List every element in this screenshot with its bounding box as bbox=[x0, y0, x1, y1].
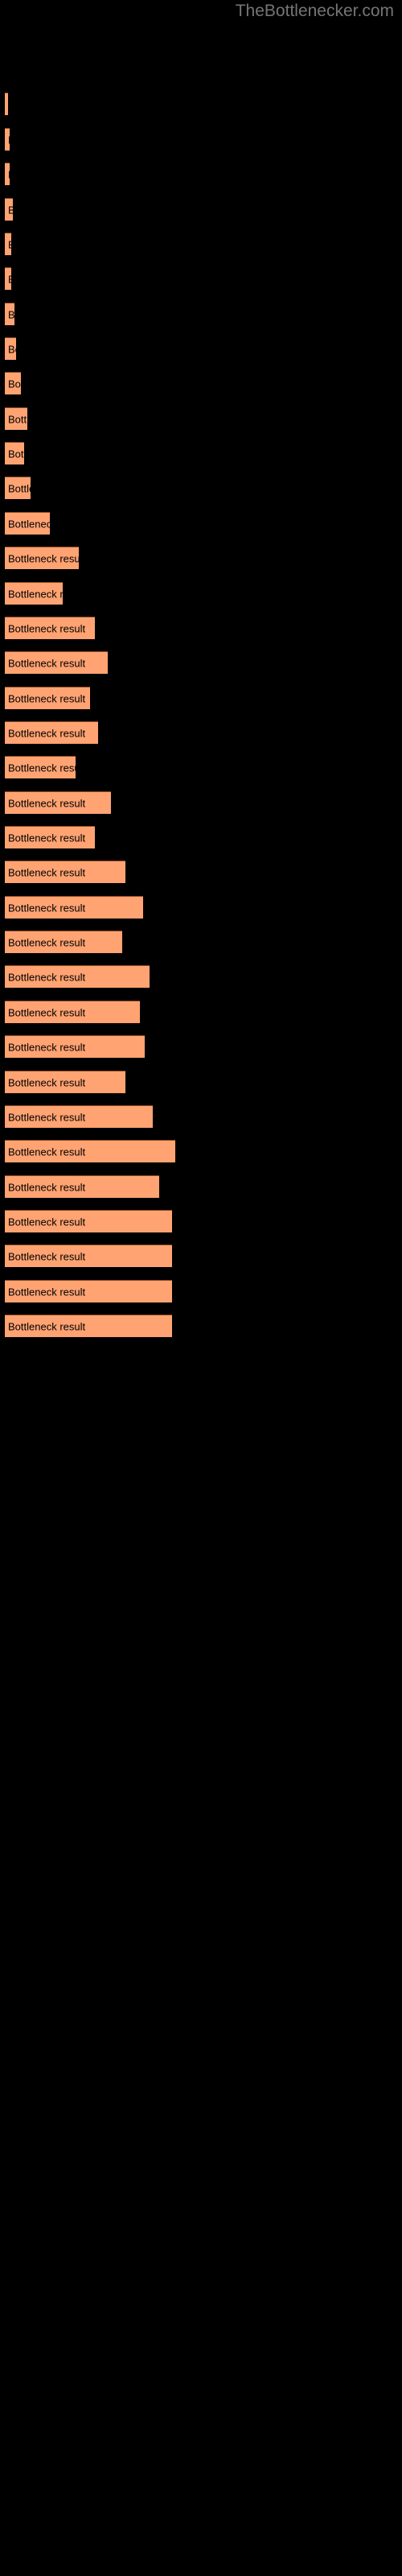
bar-label-11: Bottleneck result bbox=[8, 448, 24, 460]
bar-label-4: Bottleneck result bbox=[8, 204, 13, 215]
bar-label-24: Bottleneck result bbox=[8, 902, 86, 914]
bar-11[interactable]: Bottleneck result bbox=[5, 442, 24, 464]
bar-31[interactable]: Bottleneck result bbox=[5, 1140, 175, 1162]
bar-label-13: Bottleneck result bbox=[8, 518, 50, 530]
bar-label-22: Bottleneck result bbox=[8, 832, 86, 844]
bar-label-20: Bottleneck result bbox=[8, 762, 76, 774]
bar-20[interactable]: Bottleneck result bbox=[5, 756, 76, 778]
bar-4[interactable]: Bottleneck result bbox=[5, 198, 13, 221]
bar-label-23: Bottleneck result bbox=[8, 866, 86, 878]
bar-22[interactable]: Bottleneck result bbox=[5, 826, 95, 848]
bar-23[interactable]: Bottleneck result bbox=[5, 861, 125, 883]
bar-12[interactable]: Bottleneck result bbox=[5, 477, 31, 499]
bar-label-12: Bottleneck result bbox=[8, 482, 31, 494]
bar-16[interactable]: Bottleneck result bbox=[5, 617, 95, 639]
bar-label-2: Bottleneck result bbox=[8, 134, 10, 145]
bar-15[interactable]: Bottleneck result bbox=[5, 582, 63, 605]
bar-19[interactable]: Bottleneck result bbox=[5, 721, 98, 744]
bar-21[interactable]: Bottleneck result bbox=[5, 791, 111, 814]
bar-label-30: Bottleneck result bbox=[8, 1111, 86, 1123]
bar-10[interactable]: Bottleneck result bbox=[5, 407, 27, 430]
bar-36[interactable]: Bottleneck result bbox=[5, 1315, 172, 1337]
bar-17[interactable]: Bottleneck result bbox=[5, 651, 108, 674]
bar-label-9: Bottleneck result bbox=[8, 378, 21, 390]
bar-2[interactable]: Bottleneck result bbox=[5, 128, 10, 151]
bar-13[interactable]: Bottleneck result bbox=[5, 512, 50, 535]
bar-label-25: Bottleneck result bbox=[8, 936, 86, 948]
bar-label-32: Bottleneck result bbox=[8, 1181, 86, 1193]
bar-label-17: Bottleneck result bbox=[8, 657, 86, 669]
bar-33[interactable]: Bottleneck result bbox=[5, 1210, 172, 1232]
bar-1[interactable]: Bottleneck result bbox=[5, 93, 8, 115]
bar-28[interactable]: Bottleneck result bbox=[5, 1035, 145, 1058]
bar-label-7: Bottleneck result bbox=[8, 308, 14, 320]
bar-label-27: Bottleneck result bbox=[8, 1006, 86, 1018]
bar-7[interactable]: Bottleneck result bbox=[5, 303, 14, 325]
bar-label-15: Bottleneck result bbox=[8, 588, 63, 600]
bar-32[interactable]: Bottleneck result bbox=[5, 1175, 159, 1198]
bar-label-21: Bottleneck result bbox=[8, 797, 86, 809]
bar-label-5: Bottleneck result bbox=[8, 239, 11, 250]
bar-6[interactable]: Bottleneck result bbox=[5, 267, 11, 290]
bar-27[interactable]: Bottleneck result bbox=[5, 1001, 140, 1023]
chart-root: TheBottlenecker.com Bottleneck resultBot… bbox=[0, 0, 402, 2576]
bar-9[interactable]: Bottleneck result bbox=[5, 372, 21, 394]
bar-label-34: Bottleneck result bbox=[8, 1250, 86, 1262]
bar-label-14: Bottleneck result bbox=[8, 552, 79, 564]
bar-29[interactable]: Bottleneck result bbox=[5, 1071, 125, 1093]
bar-label-28: Bottleneck result bbox=[8, 1041, 86, 1053]
bar-label-6: Bottleneck result bbox=[8, 274, 11, 284]
bar-24[interactable]: Bottleneck result bbox=[5, 896, 143, 919]
bar-label-35: Bottleneck result bbox=[8, 1286, 86, 1298]
bar-chart-plot-area: Bottleneck result Bottleneck result Bottle… bbox=[0, 0, 402, 2576]
bar-label-8: Bottleneck result bbox=[8, 343, 16, 355]
bar-5[interactable]: Bottleneck result bbox=[5, 233, 11, 255]
bar-25[interactable]: Bottleneck result bbox=[5, 931, 122, 953]
bar-label-18: Bottleneck result bbox=[8, 692, 86, 704]
bar-26[interactable]: Bottleneck result bbox=[5, 965, 150, 988]
bar-label-31: Bottleneck result bbox=[8, 1146, 86, 1158]
bar-label-26: Bottleneck result bbox=[8, 971, 86, 983]
bar-label-3: Bottleneck result bbox=[8, 169, 10, 180]
bar-30[interactable]: Bottleneck result bbox=[5, 1105, 153, 1128]
bar-label-19: Bottleneck result bbox=[8, 727, 86, 739]
bar-label-29: Bottleneck result bbox=[8, 1076, 86, 1088]
bar-8[interactable]: Bottleneck result bbox=[5, 337, 16, 360]
bar-label-36: Bottleneck result bbox=[8, 1320, 86, 1332]
bar-35[interactable]: Bottleneck result bbox=[5, 1280, 172, 1302]
bar-3[interactable]: Bottleneck result bbox=[5, 163, 10, 185]
bar-label-10: Bottleneck result bbox=[8, 413, 27, 425]
bar-14[interactable]: Bottleneck result bbox=[5, 547, 79, 569]
bar-label-16: Bottleneck result bbox=[8, 622, 86, 634]
bar-label-33: Bottleneck result bbox=[8, 1216, 86, 1228]
bar-34[interactable]: Bottleneck result bbox=[5, 1245, 172, 1267]
bar-18[interactable]: Bottleneck result bbox=[5, 687, 90, 709]
